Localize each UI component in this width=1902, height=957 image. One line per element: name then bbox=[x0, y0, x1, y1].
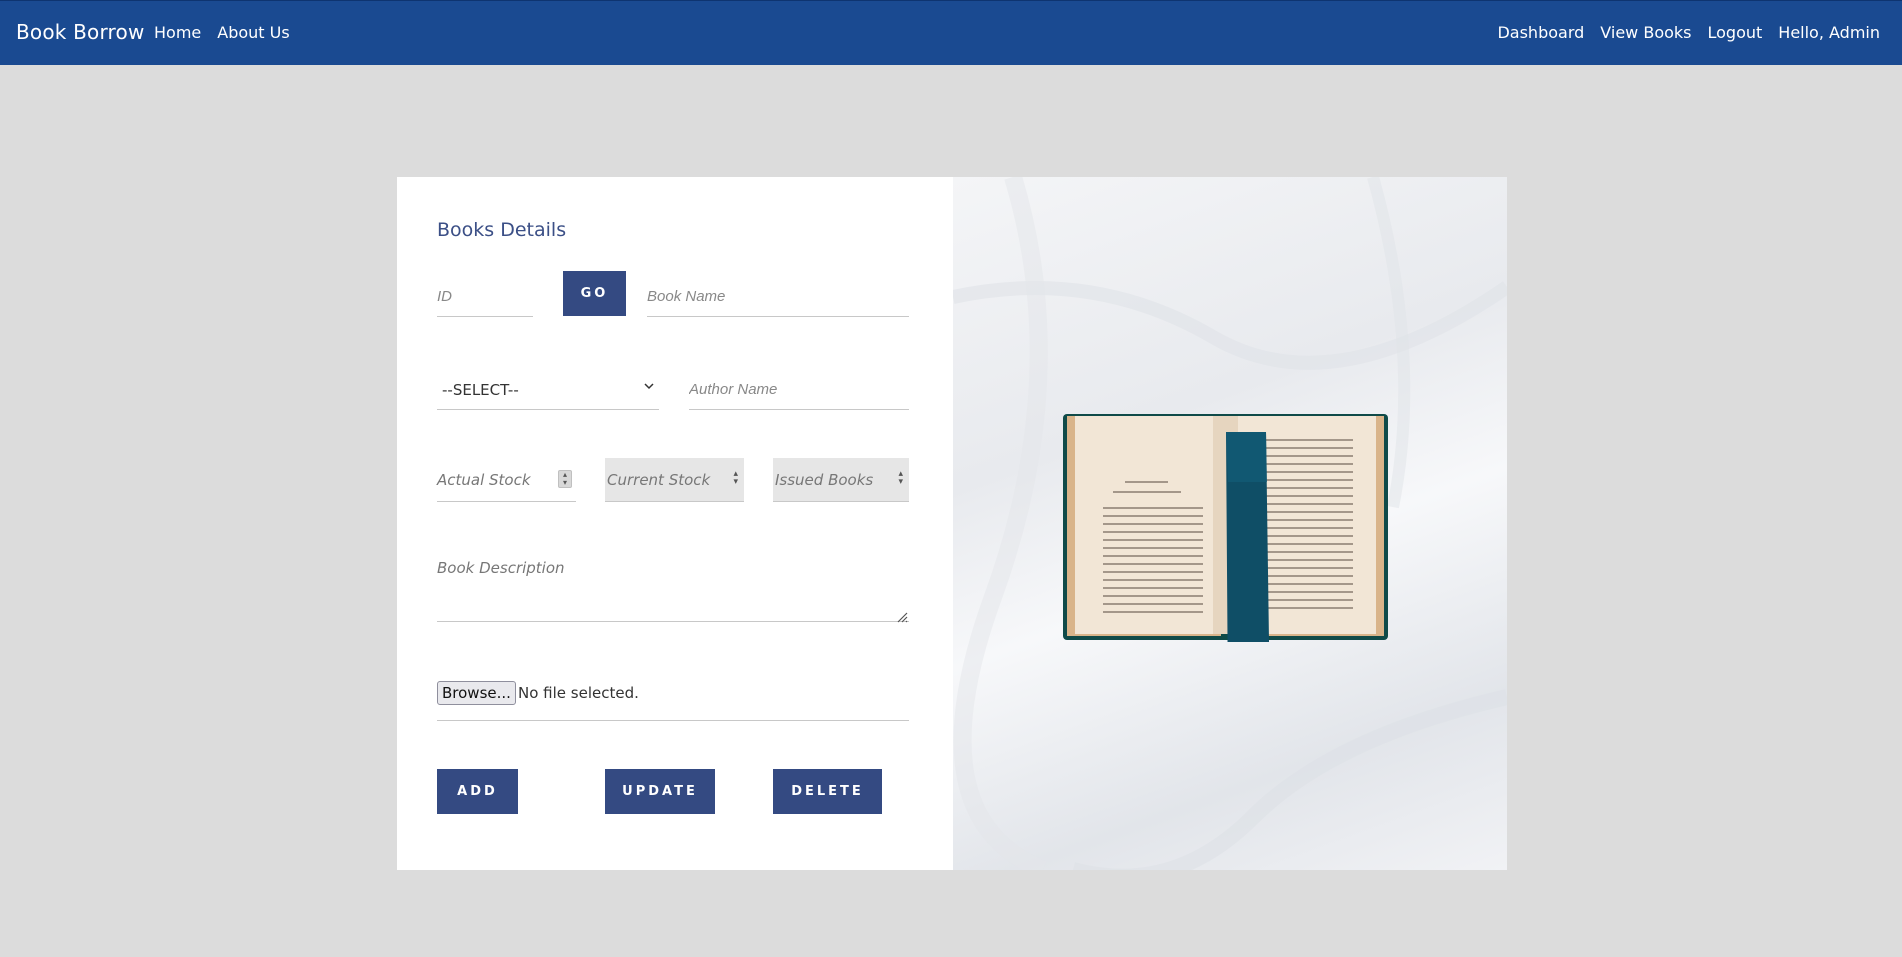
add-button[interactable]: ADD bbox=[437, 769, 518, 814]
resize-handle-icon[interactable] bbox=[896, 608, 908, 623]
nav-dashboard-link[interactable]: Dashboard bbox=[1497, 23, 1584, 42]
current-stock-placeholder: Current Stock bbox=[607, 471, 711, 489]
stepper-icon[interactable]: ▴ ▾ bbox=[898, 470, 903, 487]
nav-user-greeting[interactable]: Hello, Admin bbox=[1778, 23, 1880, 42]
browse-button[interactable]: Browse... bbox=[437, 681, 516, 705]
nav-right: Dashboard View Books Logout Hello, Admin bbox=[1497, 23, 1880, 42]
chevron-down-icon bbox=[643, 380, 655, 395]
description-placeholder: Book Description bbox=[437, 559, 565, 577]
book-name-input[interactable] bbox=[647, 277, 909, 317]
book-description-textarea[interactable]: Book Description bbox=[437, 552, 909, 623]
book-form-card: Books Details GO --SELECT-- Actual Stock… bbox=[397, 177, 953, 870]
current-stock-input[interactable]: Current Stock ▴ ▾ bbox=[605, 458, 744, 502]
file-status-text: No file selected. bbox=[518, 684, 639, 702]
nav-about-link[interactable]: About Us bbox=[217, 23, 289, 42]
stepper-icon[interactable]: ▴ ▾ bbox=[558, 470, 572, 488]
actual-stock-placeholder: Actual Stock bbox=[437, 471, 531, 489]
book-photo bbox=[953, 177, 1507, 870]
nav-view-books-link[interactable]: View Books bbox=[1600, 23, 1691, 42]
file-upload-field: Browse... No file selected. bbox=[437, 681, 909, 721]
form-title: Books Details bbox=[437, 219, 567, 241]
brand-logo[interactable]: Book Borrow bbox=[16, 20, 145, 44]
navbar: Book Borrow Home About Us Dashboard View… bbox=[0, 0, 1902, 65]
nav-left: Home About Us bbox=[154, 23, 290, 42]
genre-select[interactable]: --SELECT-- bbox=[437, 370, 659, 410]
book-id-input[interactable] bbox=[437, 277, 533, 317]
nav-logout-link[interactable]: Logout bbox=[1708, 23, 1763, 42]
open-book-icon bbox=[1063, 414, 1388, 642]
issued-books-input[interactable]: Issued Books ▴ ▾ bbox=[773, 458, 909, 502]
issued-books-placeholder: Issued Books bbox=[775, 471, 874, 489]
genre-select-value: --SELECT-- bbox=[442, 381, 519, 399]
nav-home-link[interactable]: Home bbox=[154, 23, 201, 42]
actual-stock-input[interactable]: Actual Stock ▴ ▾ bbox=[437, 458, 576, 502]
author-name-input[interactable] bbox=[689, 370, 909, 410]
go-button[interactable]: GO bbox=[563, 271, 626, 316]
stepper-icon[interactable]: ▴ ▾ bbox=[733, 470, 738, 487]
update-button[interactable]: UPDATE bbox=[605, 769, 715, 814]
delete-button[interactable]: DELETE bbox=[773, 769, 882, 814]
